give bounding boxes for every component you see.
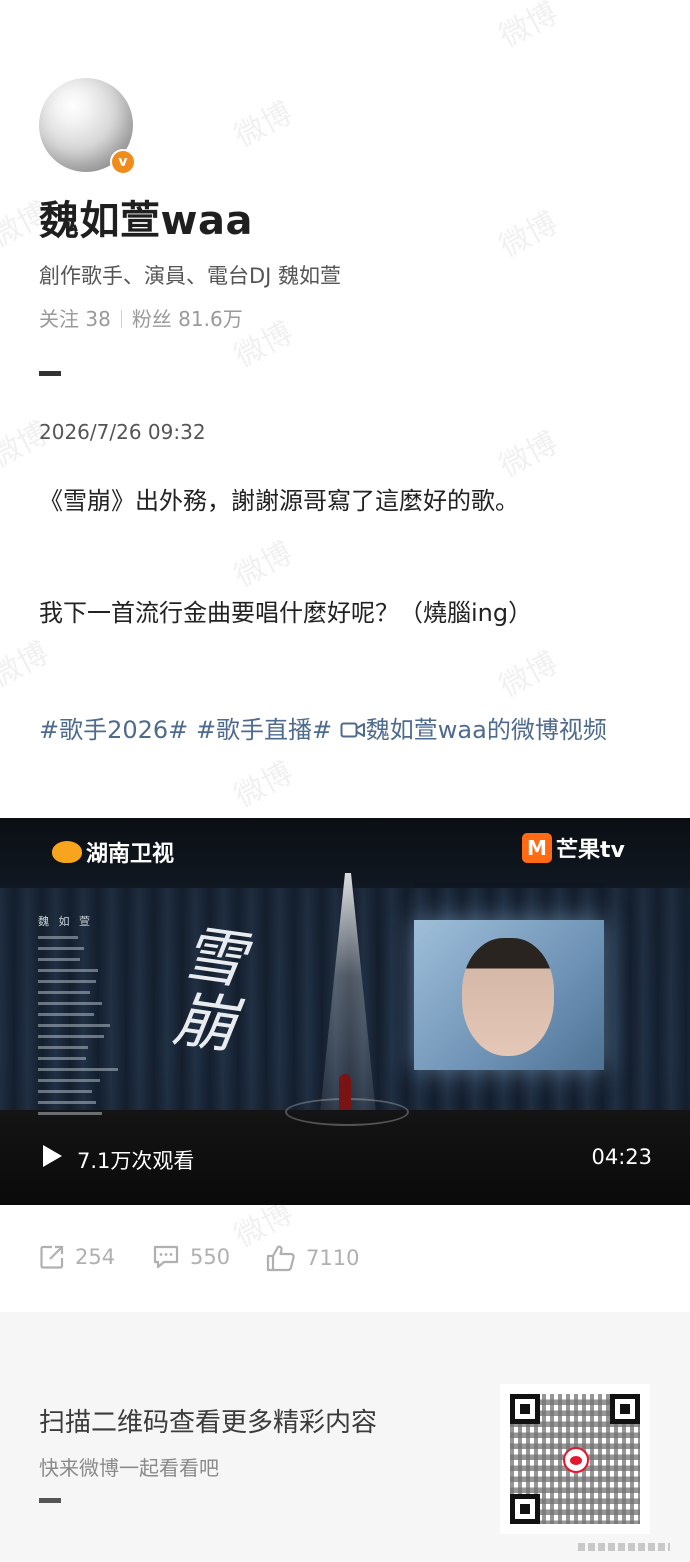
comment-count: 550 <box>190 1245 231 1269</box>
like-count: 7110 <box>306 1246 360 1270</box>
video-duration: 04:23 <box>591 1145 652 1169</box>
watermark: 微博 <box>493 0 564 55</box>
watermark: 微博 <box>0 635 55 695</box>
followers-label[interactable]: 粉丝 <box>132 307 172 331</box>
watermark: 微博 <box>228 535 299 595</box>
footer-title: 扫描二维码查看更多精彩内容 <box>39 1408 378 1438</box>
watermark: 微博 <box>228 755 299 815</box>
video-camera-icon <box>340 722 365 738</box>
qr-finder-bottom-left <box>510 1494 540 1524</box>
footer-divider <box>39 1498 61 1503</box>
repost-count: 254 <box>75 1245 116 1269</box>
view-count: 7.1万次观看 <box>77 1149 195 1173</box>
comment-button[interactable]: 550 <box>152 1244 230 1270</box>
post-text-line-1: 《雪崩》出外務，謝謝源哥寫了這麼好的歌。 <box>39 487 519 515</box>
mango-tv-logo-mark: M <box>522 833 552 863</box>
play-icon[interactable] <box>43 1145 62 1167</box>
footer-subtitle: 快来微博一起看看吧 <box>39 1456 219 1480</box>
repost-button[interactable]: 254 <box>39 1244 115 1270</box>
qr-finder-top-right <box>610 1394 640 1424</box>
post-timestamp: 2026/7/26 09:32 <box>39 420 206 444</box>
watermark: 微博 <box>493 425 564 485</box>
user-bio: 創作歌手、演員、電台DJ 魏如萱 <box>39 264 342 288</box>
screen-portrait <box>414 920 604 1070</box>
bottom-indicator <box>578 1543 670 1551</box>
verified-badge-icon: v <box>110 149 136 175</box>
mango-tv-logo: M 芒果tv <box>522 832 625 864</box>
hunan-tv-logo-text: 湖南卫视 <box>86 842 175 867</box>
following-count[interactable]: 38 <box>85 307 110 331</box>
comment-icon <box>153 1245 179 1269</box>
section-divider <box>39 371 61 376</box>
followers-count[interactable]: 81.6万 <box>178 307 243 331</box>
video-link-text[interactable]: 魏如萱waa的微博视频 <box>366 716 607 744</box>
credits-block <box>38 936 118 1123</box>
hashtag-link[interactable]: #歌手2026# <box>39 716 188 744</box>
watermark: 微博 <box>493 645 564 705</box>
video-player[interactable]: 湖南卫视 M 芒果tv 魏 如 萱 雪崩 7.1万次观看 04:23 <box>0 818 690 1205</box>
mango-tv-logo-text: 芒果tv <box>556 838 625 863</box>
credit-title: 魏 如 萱 <box>38 915 93 928</box>
hashtag-link[interactable]: #歌手直播# <box>196 716 332 744</box>
post-tags: #歌手2026# #歌手直播# 魏如萱waa的微博视频 <box>39 703 659 757</box>
following-label[interactable]: 关注 <box>39 307 79 331</box>
repost-icon <box>40 1245 64 1269</box>
hunan-tv-logo: 湖南卫视 <box>52 836 174 868</box>
qr-finder-top-left <box>510 1394 540 1424</box>
qr-code[interactable] <box>500 1384 650 1534</box>
singer-figure <box>339 1074 351 1110</box>
video-link[interactable] <box>340 716 366 744</box>
watermark: 微博 <box>493 205 564 265</box>
portrait-face <box>462 938 554 1056</box>
hunan-tv-logo-mark <box>52 841 82 863</box>
stats-divider <box>120 310 122 328</box>
post-text-line-2: 我下一首流行金曲要唱什麼好呢？（燒腦ing） <box>39 599 533 627</box>
follow-stats: 关注 38 粉丝 81.6万 <box>39 303 243 332</box>
like-button[interactable]: 7110 <box>266 1244 359 1272</box>
weibo-logo-icon <box>563 1447 589 1473</box>
thumbs-up-icon <box>266 1245 295 1272</box>
song-title-art: 雪崩 <box>168 916 250 1063</box>
share-footer: 扫描二维码查看更多精彩内容 快来微博一起看看吧 <box>0 1312 690 1562</box>
user-name[interactable]: 魏如萱waa <box>39 188 253 246</box>
watermark: 微博 <box>228 95 299 155</box>
